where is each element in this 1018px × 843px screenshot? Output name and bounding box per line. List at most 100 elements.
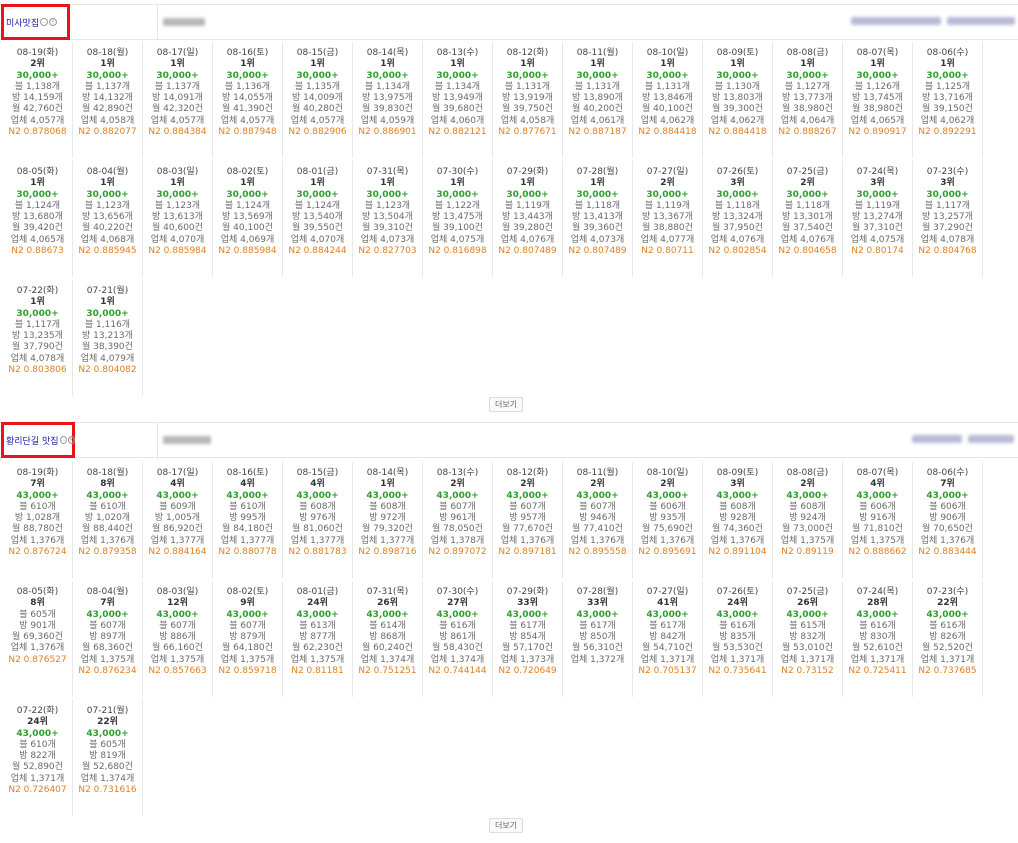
more-button[interactable]: 더보기 bbox=[489, 397, 523, 412]
day-cell: 08-16(토) 4위 43,000+ 블 610개 방 995개 월 84,180건 업체… bbox=[213, 462, 283, 578]
day-business-count: 업체 4,078개 bbox=[10, 353, 65, 364]
grid-row: 08-05(화) 8위 블 605개 방 901개 월 69,360건 업체 1,376개… bbox=[3, 581, 1015, 700]
day-search-volume: 43,000+ bbox=[296, 609, 339, 620]
day-rank: 2위 bbox=[800, 479, 815, 490]
day-blog-count: 블 608개 bbox=[789, 501, 826, 512]
day-business-count: 업체 1,378개 bbox=[430, 535, 485, 546]
day-cell: 08-15(금) 4위 43,000+ 블 608개 방 976개 월 81,060건 업체… bbox=[283, 462, 353, 578]
header-divider bbox=[157, 5, 158, 41]
day-shop-count: 방 14,009개 bbox=[292, 93, 343, 104]
day-monthly-count: 월 39,830건 bbox=[362, 104, 413, 115]
day-rank: 3위 bbox=[870, 178, 885, 189]
day-shop-count: 방 1,005개 bbox=[154, 513, 201, 524]
day-business-count: 업체 1,375개 bbox=[780, 535, 835, 546]
day-monthly-count: 월 40,600건 bbox=[152, 223, 203, 234]
day-monthly-count: 월 88,780건 bbox=[12, 524, 63, 535]
options-icon[interactable]: … bbox=[59, 436, 67, 444]
day-search-volume: 30,000+ bbox=[226, 70, 269, 81]
day-shop-count: 방 13,716개 bbox=[922, 93, 973, 104]
day-shop-count: 방 13,504개 bbox=[362, 212, 413, 223]
place-icon[interactable]: ⓟ bbox=[67, 436, 75, 444]
day-date: 08-16(토) bbox=[226, 468, 269, 478]
day-rank: 4위 bbox=[310, 479, 325, 490]
day-blog-count: 블 1,135개 bbox=[294, 81, 341, 92]
more-button[interactable]: 더보기 bbox=[489, 818, 523, 833]
day-n2-score: N2 0.887187 bbox=[568, 127, 627, 138]
day-n2-score: N2 0.720649 bbox=[498, 666, 557, 677]
place-icon[interactable]: ⓟ bbox=[49, 18, 58, 26]
keyword-title[interactable]: 황리단길 맛집 bbox=[6, 434, 59, 447]
day-cell: 07-24(목) 28위 43,000+ 블 616개 방 830개 월 52,610건 업… bbox=[843, 581, 913, 697]
day-business-count: 업체 1,377개 bbox=[220, 535, 275, 546]
day-rank: 7위 bbox=[100, 598, 115, 609]
day-date: 07-31(목) bbox=[366, 167, 409, 177]
day-cell: 08-01(금) 24위 43,000+ 블 613개 방 877개 월 62,230건 업… bbox=[283, 581, 353, 697]
day-blog-count: 블 607개 bbox=[89, 620, 126, 631]
day-business-count: 업체 4,077개 bbox=[640, 234, 695, 245]
day-rank: 1위 bbox=[450, 178, 465, 189]
day-search-volume: 43,000+ bbox=[226, 490, 269, 501]
day-monthly-count: 월 54,710건 bbox=[642, 643, 693, 654]
day-search-volume: 43,000+ bbox=[926, 609, 969, 620]
day-shop-count: 방 928개 bbox=[719, 513, 756, 524]
day-n2-score: N2 0.827703 bbox=[358, 246, 417, 257]
day-blog-count: 블 1,124개 bbox=[14, 200, 61, 211]
day-shop-count: 방 13,301개 bbox=[782, 212, 833, 223]
day-n2-score: N2 0.876234 bbox=[78, 666, 137, 677]
options-icon[interactable]: … bbox=[40, 18, 49, 26]
day-blog-count: 블 606개 bbox=[649, 501, 686, 512]
day-blog-count: 블 1,131개 bbox=[574, 81, 621, 92]
day-n2-score: N2 0.883444 bbox=[918, 547, 977, 558]
day-search-volume: 30,000+ bbox=[156, 189, 199, 200]
day-shop-count: 방 879개 bbox=[229, 632, 266, 643]
day-cell: 08-13(수) 2위 43,000+ 블 607개 방 961개 월 78,050건 업체… bbox=[423, 462, 493, 578]
day-blog-count: 블 606개 bbox=[859, 501, 896, 512]
day-shop-count: 방 935개 bbox=[649, 513, 686, 524]
keyword-title[interactable]: 미사맛집 bbox=[6, 16, 39, 29]
day-blog-count: 블 1,119개 bbox=[644, 200, 691, 211]
day-monthly-count: 월 57,170건 bbox=[502, 643, 553, 654]
day-business-count: 업체 1,371개 bbox=[710, 654, 765, 665]
day-business-count: 업체 1,374개 bbox=[80, 773, 135, 784]
day-shop-count: 방 13,745개 bbox=[852, 93, 903, 104]
day-date: 08-01(금) bbox=[296, 587, 339, 597]
day-monthly-count: 월 38,880건 bbox=[642, 223, 693, 234]
day-search-volume: 30,000+ bbox=[576, 70, 619, 81]
keyword-title-box[interactable]: 미사맛집 … ⓟ bbox=[1, 4, 70, 40]
day-date: 08-18(월) bbox=[86, 468, 129, 478]
day-business-count: 업체 4,073개 bbox=[570, 234, 625, 245]
day-search-volume: 43,000+ bbox=[646, 490, 689, 501]
day-search-volume: 30,000+ bbox=[86, 70, 129, 81]
day-blog-count: 블 1,124개 bbox=[224, 200, 271, 211]
day-date: 07-24(목) bbox=[856, 167, 899, 177]
day-shop-count: 방 13,890개 bbox=[572, 93, 623, 104]
day-rank: 2위 bbox=[520, 479, 535, 490]
day-date: 07-25(금) bbox=[786, 167, 829, 177]
day-search-volume: 43,000+ bbox=[86, 609, 129, 620]
day-n2-score: N2 0.884384 bbox=[148, 127, 207, 138]
day-rank: 24위 bbox=[307, 598, 328, 609]
day-n2-score: N2 0.897181 bbox=[498, 547, 557, 558]
day-cell: 08-02(토) 9위 43,000+ 블 607개 방 879개 월 64,180건 업체… bbox=[213, 581, 283, 697]
day-cell: 07-28(월) 1위 30,000+ 블 1,118개 방 13,413개 월 39,3… bbox=[563, 161, 633, 277]
day-business-count: 업체 1,374개 bbox=[430, 654, 485, 665]
day-search-volume: 43,000+ bbox=[576, 490, 619, 501]
day-blog-count: 블 610개 bbox=[229, 501, 266, 512]
day-monthly-count: 월 38,980건 bbox=[782, 104, 833, 115]
day-monthly-count: 월 39,310건 bbox=[362, 223, 413, 234]
day-monthly-count: 월 78,050건 bbox=[432, 524, 483, 535]
keyword-title-box[interactable]: 황리단길 맛집 … ⓟ bbox=[1, 422, 75, 458]
day-search-volume: 30,000+ bbox=[436, 189, 479, 200]
day-n2-score: N2 0.890917 bbox=[848, 127, 907, 138]
day-monthly-count: 월 70,650건 bbox=[922, 524, 973, 535]
day-date: 07-31(목) bbox=[366, 587, 409, 597]
day-rank: 1위 bbox=[660, 59, 675, 70]
day-n2-score: N2 0.802854 bbox=[708, 246, 767, 257]
day-rank: 1위 bbox=[870, 59, 885, 70]
day-date: 07-30(수) bbox=[436, 167, 479, 177]
day-cell: 08-07(목) 4위 43,000+ 블 606개 방 916개 월 71,810건 업체… bbox=[843, 462, 913, 578]
day-blog-count: 블 1,118개 bbox=[574, 200, 621, 211]
day-shop-count: 방 995개 bbox=[229, 513, 266, 524]
day-rank: 1위 bbox=[240, 178, 255, 189]
day-n2-score: N2 0.876527 bbox=[8, 654, 67, 665]
